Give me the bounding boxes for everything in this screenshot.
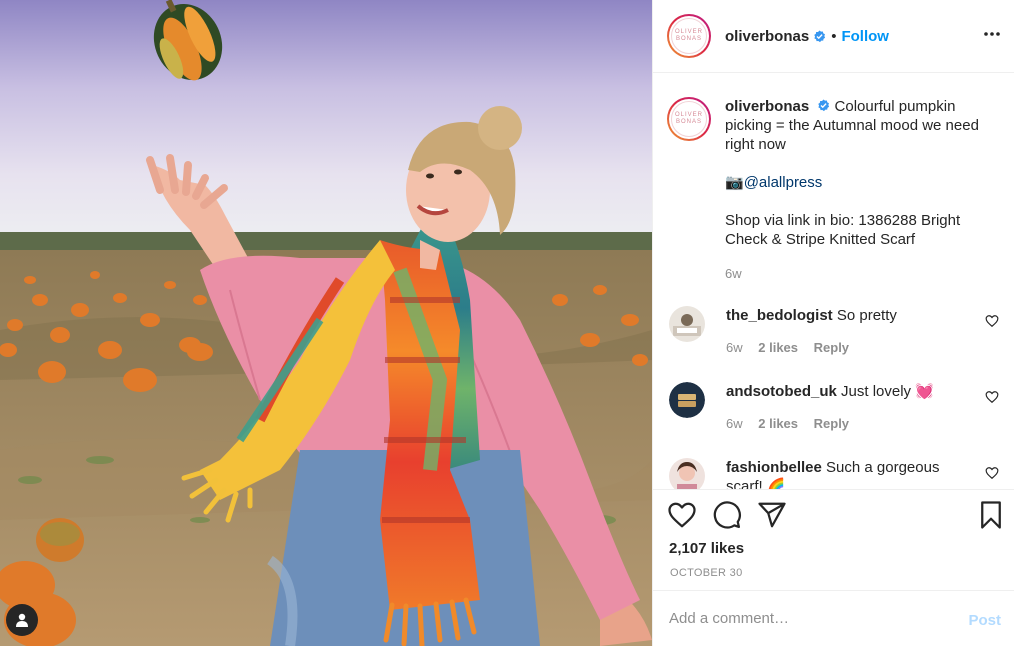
caption-logo-line1: OLIVER [674,112,703,118]
comment-input[interactable] [669,610,949,627]
comment-time[interactable]: 6w [726,340,743,355]
comment-like-heart-icon[interactable] [985,390,999,404]
bookmark-icon[interactable] [976,500,1006,530]
verified-badge-icon [814,29,826,42]
more-options-icon[interactable] [982,24,1002,44]
post-photo[interactable] [0,0,652,646]
comment-item: the_bedologist So pretty 6w 2 likes Repl… [669,306,999,357]
camera-emoji: 📷 [725,174,744,191]
caption-time[interactable]: 6w [725,266,742,281]
avatar: OLIVER BONAS [671,18,707,54]
comment-meta: 6w 2 likes Reply [726,414,976,433]
comment-likes[interactable]: 2 likes [758,416,798,431]
comment-avatar[interactable] [669,306,705,342]
post-actions: 2,107 likes OCTOBER 30 [653,489,1014,590]
user-tag-icon [16,613,28,627]
comment-avatar[interactable] [669,458,705,489]
verified-badge-icon [818,99,830,112]
caption-meta: 6w [725,264,985,283]
comment-text: Just lovely 💓 [841,383,934,400]
logo-text-line1: OLIVER [674,29,703,35]
caption-avatar: OLIVER BONAS [671,101,707,137]
instagram-post-modal: OLIVER BONAS oliverbonas • Follow OLIVER… [0,0,1014,646]
reply-button[interactable]: Reply [814,416,849,431]
comment-time[interactable]: 6w [726,416,743,431]
comment-username[interactable]: andsotobed_uk [726,383,837,400]
photo-credit: 📷@alallpress [725,173,985,192]
tagged-users-button[interactable] [6,604,38,636]
comment-avatar[interactable] [669,382,705,418]
story-ring[interactable]: OLIVER BONAS [667,14,711,58]
post-date[interactable]: OCTOBER 30 [670,567,743,579]
caption-body: oliverbonas Colourful pumpkin picking = … [725,97,985,283]
share-icon[interactable] [757,500,787,530]
add-comment-bar: Post [653,590,1014,646]
comments-list[interactable]: OLIVER BONAS oliverbonas Colourful pumpk… [653,74,1014,489]
reply-button[interactable]: Reply [814,340,849,355]
heart-icon[interactable] [667,500,697,530]
comment-like-heart-icon[interactable] [985,466,999,480]
caption-username[interactable]: oliverbonas [725,98,809,115]
header-separator: • [831,27,837,45]
follow-button[interactable]: Follow [841,28,889,45]
post-comment-button[interactable]: Post [968,612,1001,629]
comment-username[interactable]: the_bedologist [726,307,833,324]
comment-item: andsotobed_uk Just lovely 💓 6w 2 likes R… [669,382,999,433]
caption-logo-line2: BONAS [675,119,702,125]
comment-item: fashionbellee Such a gorgeous scarf! 🌈 [669,458,999,489]
photo-credit-mention[interactable]: @alallpress [744,174,823,191]
post-caption: OLIVER BONAS oliverbonas Colourful pumpk… [653,74,1014,283]
comment-meta: 6w 2 likes Reply [726,338,976,357]
comment-like-heart-icon[interactable] [985,314,999,328]
logo-text-line2: BONAS [675,36,702,42]
post-header: OLIVER BONAS oliverbonas • Follow [653,0,1014,73]
comment-text: So pretty [836,307,897,324]
post-photo-image [0,0,652,646]
comment-username[interactable]: fashionbellee [726,459,822,476]
post-side-panel: OLIVER BONAS oliverbonas • Follow OLIVER… [652,0,1014,646]
shop-text: Shop via link in bio: 1386288 Bright Che… [725,212,961,248]
likes-count[interactable]: 2,107 likes [669,540,744,557]
comment-icon[interactable] [712,500,742,530]
header-username[interactable]: oliverbonas [725,28,809,45]
caption-avatar-ring[interactable]: OLIVER BONAS [667,97,711,141]
comment-likes[interactable]: 2 likes [758,340,798,355]
